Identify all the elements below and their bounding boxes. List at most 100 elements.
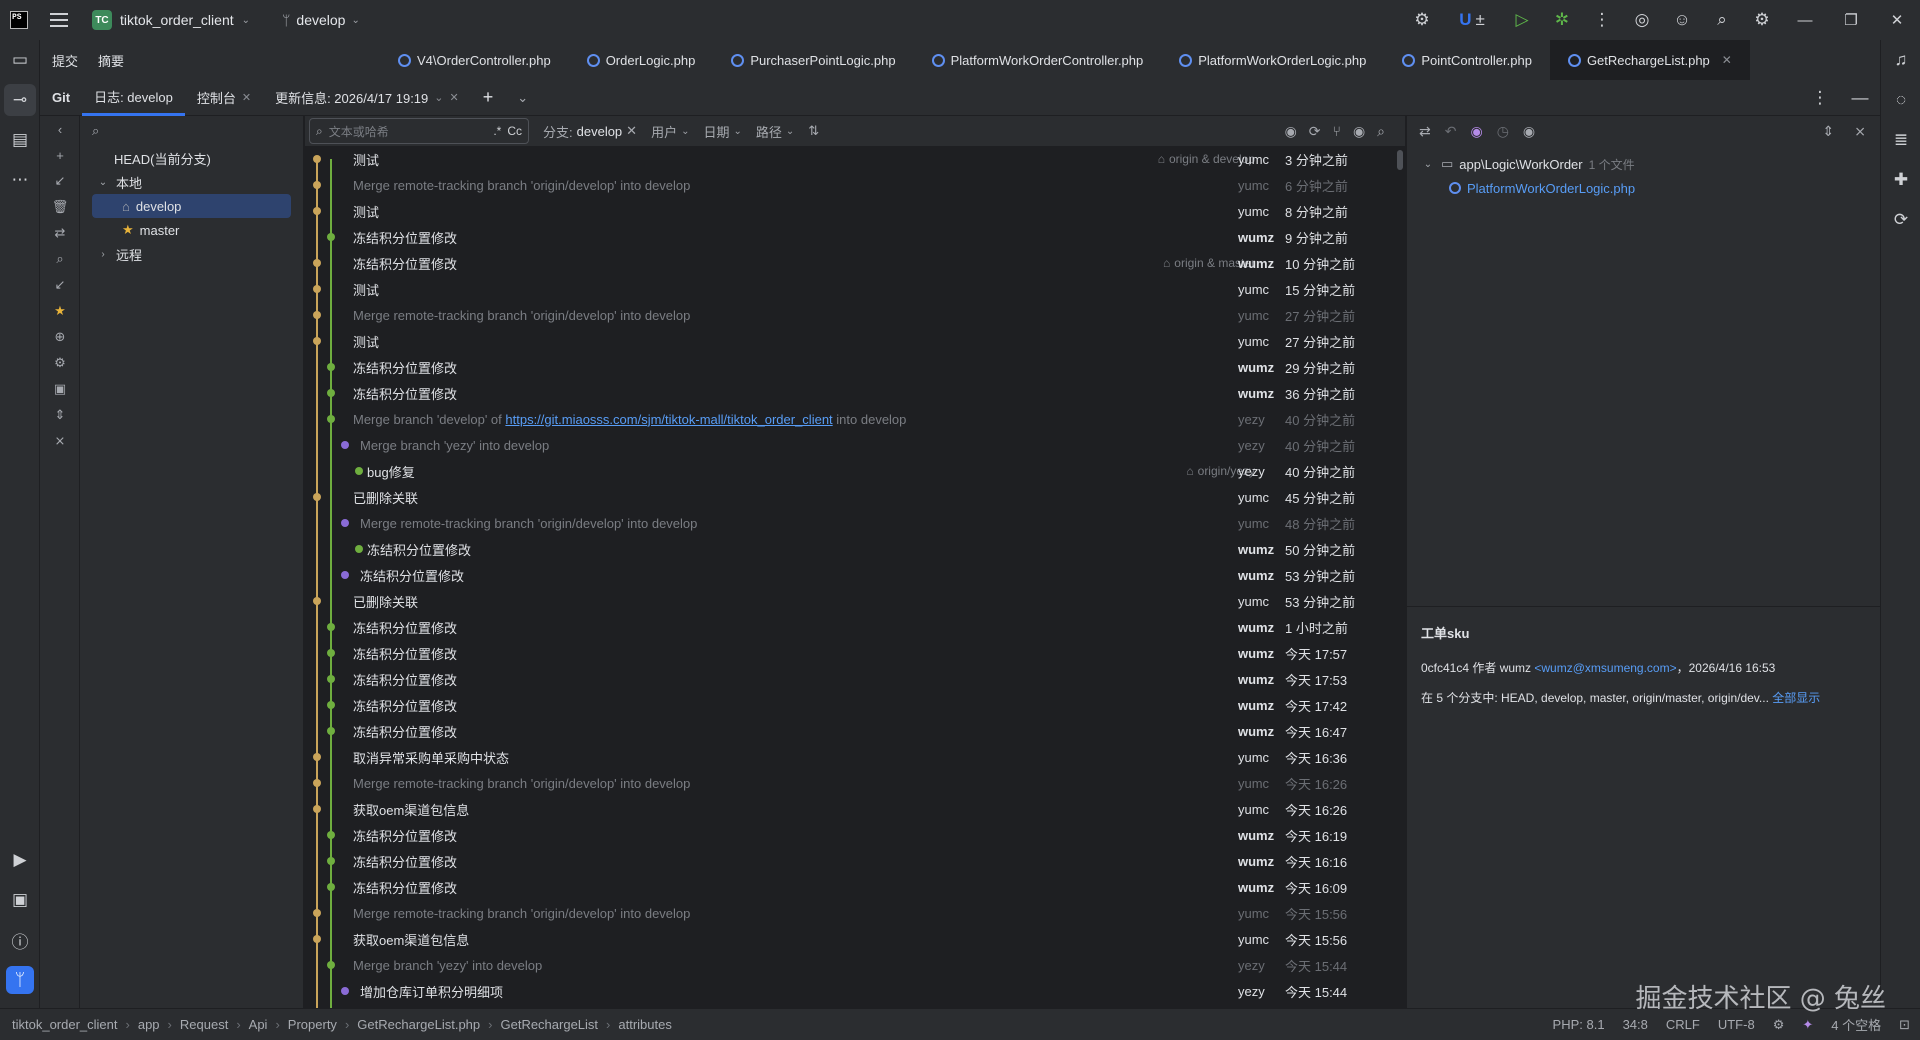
minimize-icon[interactable]: — (1782, 0, 1828, 40)
restore-icon[interactable]: ❐ (1828, 0, 1874, 40)
diff-icon[interactable]: ⇄ (1419, 123, 1431, 140)
commit-row[interactable]: 冻结积分位置修改 ⌂ origin & master wumz 10 分钟之前 (305, 250, 1405, 276)
plugin-icon[interactable]: ✚ (1881, 160, 1920, 200)
php-version[interactable]: PHP: 8.1 (1553, 1017, 1605, 1032)
debug-icon[interactable]: ✲ (1542, 0, 1582, 40)
editor-tab[interactable]: PlatformWorkOrderLogic.php (1161, 40, 1384, 80)
collapse-left-icon[interactable]: ‹ (40, 116, 80, 142)
commit-row[interactable]: 冻结积分位置修改 wumz 29 分钟之前 (305, 354, 1405, 380)
minimize-panel-icon[interactable]: — (1840, 78, 1880, 118)
database-icon[interactable]: ≣ (1881, 120, 1920, 160)
run-icon[interactable]: ▷ (1502, 0, 1542, 40)
commit-row[interactable]: 冻结积分位置修改 wumz 50 分钟之前 (305, 536, 1405, 562)
commit-icon[interactable]: ⊸ (4, 84, 36, 116)
compare-icon[interactable]: ⇄ (40, 220, 80, 246)
path-filter[interactable]: 路径 ⌄ (756, 122, 794, 141)
close-icon[interactable]: ✕ (626, 123, 637, 139)
sort-icon[interactable]: ⇅ (808, 123, 819, 139)
encoding[interactable]: UTF-8 (1718, 1017, 1755, 1032)
commit-row[interactable]: 冻结积分位置修改 wumz 36 分钟之前 (305, 380, 1405, 406)
editor-tab[interactable]: PurchaserPointLogic.php (713, 40, 913, 80)
commit-row[interactable]: 冻结积分位置修改 wumz 今天 16:19 (305, 822, 1405, 848)
branch-selector[interactable]: ᛘ develop ⌄ (282, 12, 360, 28)
commit-row[interactable]: 冻结积分位置修改 wumz 53 分钟之前 (305, 562, 1405, 588)
tab-commit[interactable]: 提交 (52, 51, 78, 70)
scrollbar[interactable] (1397, 150, 1403, 170)
commit-row[interactable]: Merge remote-tracking branch 'origin/dev… (305, 900, 1405, 926)
tab-console[interactable]: 控制台 ✕ (185, 80, 263, 116)
commit-row[interactable]: 已删除关联 yumc 53 分钟之前 (305, 588, 1405, 614)
commit-row[interactable]: 冻结积分位置修改 wumz 今天 17:42 (305, 692, 1405, 718)
log-search-input[interactable]: ⌕ 文本或哈希 .* Cc (309, 118, 529, 144)
chevron-down-icon[interactable]: ⌄ (434, 91, 443, 104)
update-icon[interactable]: ↙ (40, 168, 80, 194)
commit-row[interactable]: 冻结积分位置修改 wumz 1 小时之前 (305, 614, 1405, 640)
commit-row[interactable]: 冻结积分位置修改 wumz 今天 16:09 (305, 874, 1405, 900)
close-icon[interactable]: ✕ (1722, 53, 1732, 67)
editor-tab[interactable]: PlatformWorkOrderController.php (914, 40, 1162, 80)
locate-icon[interactable]: ⊕ (40, 324, 80, 350)
new-branch-icon[interactable]: + (40, 142, 80, 168)
fetch-icon[interactable]: ↙ (40, 272, 80, 298)
commit-row[interactable]: 冻结积分位置修改 wumz 今天 16:47 (305, 718, 1405, 744)
commit-row[interactable]: 测试 yumc 8 分钟之前 (305, 198, 1405, 224)
commit-row[interactable]: Merge branch 'yezy' into develop yezy 40 分… (305, 432, 1405, 458)
commit-row[interactable]: 冻结积分位置修改 wumz 今天 17:57 (305, 640, 1405, 666)
git-branch-icon[interactable]: ᛘ (6, 966, 34, 994)
ai-icon[interactable]: ◉ (1470, 123, 1482, 140)
changed-folder[interactable]: ⌄ ▭ app\Logic\WorkOrder 1 个文件 (1421, 152, 1866, 176)
case-toggle[interactable]: Cc (507, 124, 522, 138)
branch-filter[interactable]: 分支: develop ✕ (543, 122, 637, 141)
vcs-update-button[interactable]: U ± (1442, 0, 1502, 40)
commit-row[interactable]: Merge branch 'yezy' into develop yezy 今天 1… (305, 952, 1405, 978)
commit-row[interactable]: 获取oem渠道包信息 yumc 今天 15:56 (305, 926, 1405, 952)
ai-chat-icon[interactable]: ◌ (1881, 80, 1920, 120)
commit-row[interactable]: Merge remote-tracking branch 'origin/dev… (305, 172, 1405, 198)
search-icon[interactable]: ⌕ (1702, 0, 1742, 40)
commit-row[interactable]: 取消异常采购单采购中状态 yumc 今天 16:36 (305, 744, 1405, 770)
tree-node-develop[interactable]: ⌂ develop (92, 194, 291, 218)
regex-toggle[interactable]: .* (493, 124, 501, 138)
close-icon[interactable]: ✕ (242, 91, 251, 104)
editor-tab[interactable]: OrderLogic.php (569, 40, 714, 80)
code-with-me-icon[interactable]: ☺ (1662, 0, 1702, 40)
tab-summary[interactable]: 摘要 (98, 51, 124, 70)
indent-setting[interactable]: 4 个空格 (1831, 1015, 1881, 1034)
editor-tab[interactable]: GetRechargeList.php ✕ (1549, 40, 1750, 80)
settings-icon[interactable]: ⚙ (40, 350, 80, 376)
project-selector[interactable]: TC tiktok_order_client ⌄ (92, 10, 250, 30)
commit-row[interactable]: Merge branch 'develop' of https://git.mi… (305, 406, 1405, 432)
breadcrumb-item[interactable]: tiktok_order_client (12, 1017, 118, 1032)
breadcrumb-item[interactable]: Property (288, 1017, 337, 1032)
commit-row[interactable]: 获取oem渠道包信息 yumc 今天 16:26 (305, 796, 1405, 822)
commit-email-link[interactable]: <wumz@xmsumeng.com> (1534, 661, 1676, 675)
delete-icon[interactable]: 🗑 (40, 194, 80, 220)
commit-row[interactable]: 测试 yumc 15 分钟之前 (305, 276, 1405, 302)
commit-row[interactable]: 冻结积分位置修改 wumz 今天 17:53 (305, 666, 1405, 692)
inspection-icon[interactable]: ⚙ (1773, 1017, 1785, 1033)
search-icon[interactable]: ⌕ (1377, 123, 1385, 140)
problems-icon[interactable]: ⓘ (0, 920, 40, 960)
line-ending[interactable]: CRLF (1666, 1017, 1700, 1032)
structure-icon[interactable]: ▤ (0, 120, 40, 160)
collapse-icon[interactable]: ⨯ (1854, 123, 1866, 140)
breadcrumb-item[interactable]: Api (249, 1017, 268, 1032)
services-icon[interactable]: ▶ (0, 840, 40, 880)
commit-row[interactable]: Merge remote-tracking branch 'origin/dev… (305, 302, 1405, 328)
close-icon[interactable]: ✕ (1874, 0, 1920, 40)
cherry-pick-icon[interactable]: ◉ (1285, 123, 1297, 140)
changed-file[interactable]: PlatformWorkOrderLogic.php (1421, 176, 1866, 200)
history-icon[interactable]: ◷ (1497, 123, 1509, 140)
tree-node-remote[interactable]: › 远程 (80, 242, 303, 266)
breadcrumb-item[interactable]: attributes (618, 1017, 671, 1032)
commit-row[interactable]: Merge remote-tracking branch 'origin/dev… (305, 770, 1405, 796)
commit-row[interactable]: 增加仓库订单积分明细项 yezy 今天 15:44 (305, 978, 1405, 1004)
notifications-icon[interactable]: ♫ (1881, 40, 1920, 80)
commit-url-link[interactable]: https://git.miaosss.com/sjm/tiktok-mall/… (505, 412, 832, 427)
editor-tab[interactable]: PointController.php (1384, 40, 1550, 80)
lock-icon[interactable]: ⊡ (1899, 1017, 1910, 1033)
tab-update-info[interactable]: 更新信息: 2026/4/17 19:19 ⌄ ✕ (263, 80, 471, 116)
more-icon[interactable]: ⋮ (1582, 0, 1622, 40)
commit-row[interactable]: 冻结积分位置修改 wumz 9 分钟之前 (305, 224, 1405, 250)
find-icon[interactable]: ⌕ (40, 246, 80, 272)
